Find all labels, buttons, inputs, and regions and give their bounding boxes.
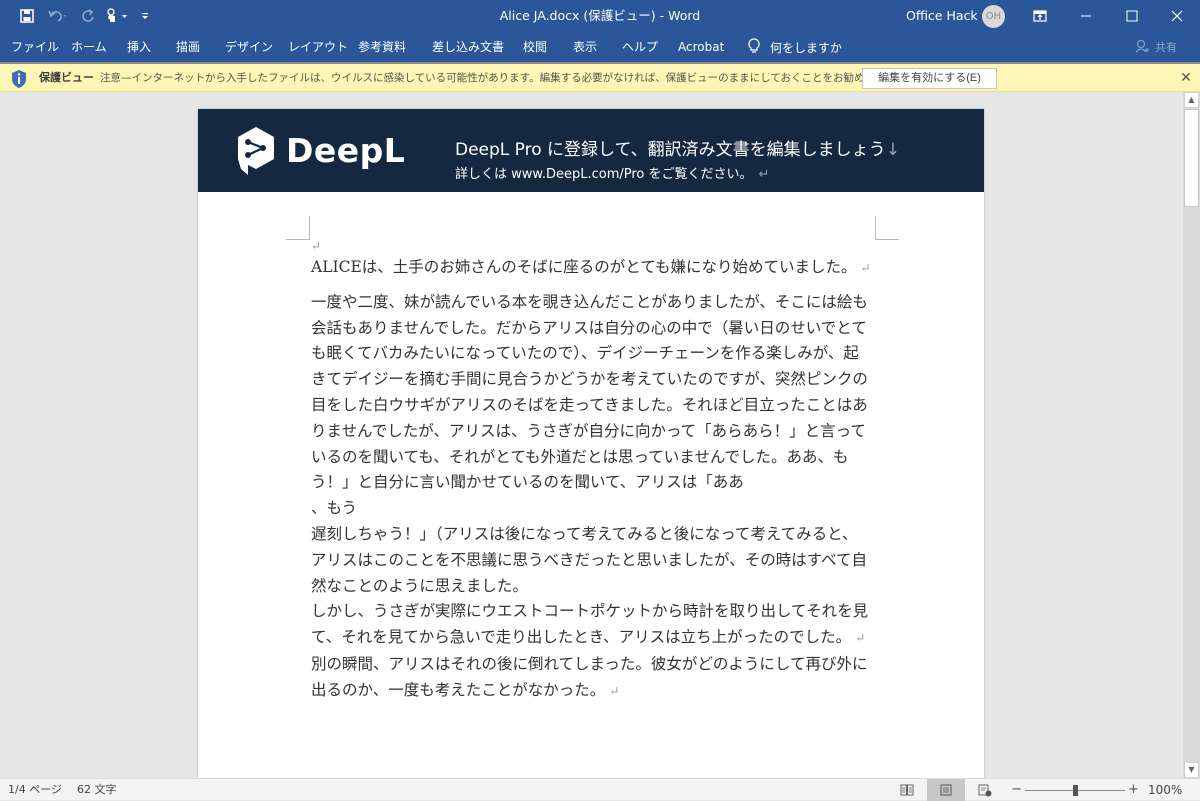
- tab-acrobat[interactable]: Acrobat: [678, 32, 724, 62]
- tab-view[interactable]: 表示: [573, 32, 597, 62]
- maximize-icon[interactable]: [1109, 0, 1155, 32]
- paragraph-mark: ↵: [758, 167, 770, 182]
- deepl-banner: DeepL DeepL Pro に登録して、翻訳済み文書を編集しましょう↓ 詳し…: [198, 109, 984, 192]
- quick-access-toolbar: [14, 0, 154, 32]
- customize-qat-icon[interactable]: [136, 0, 154, 32]
- tab-home[interactable]: ホーム: [71, 32, 107, 62]
- paragraph-text: しかし、うさぎが実際にウエストコートポケットから時計を取り出してそれを見て、それ…: [311, 602, 869, 647]
- protected-view-bar: 保護ビュー 注意—インターネットから入手したファイルは、ウイルスに感染している可…: [0, 62, 1200, 92]
- paragraph-text: 、もう: [311, 499, 358, 518]
- paragraph: 別の瞬間、アリスはそれの後に倒れてしまった。彼女がどのようにして再び外に出るのか…: [311, 652, 871, 705]
- tab-draw[interactable]: 描画: [176, 32, 200, 62]
- empty-paragraph-mark: ↵: [311, 239, 322, 253]
- title-bar: Alice JA.docx (保護ビュー) - Word Office Hack…: [0, 0, 1200, 32]
- banner-subline-text: 詳しくは www.DeepL.com/Pro をご覧ください。: [455, 167, 753, 182]
- window-title: Alice JA.docx (保護ビュー) - Word: [499, 8, 701, 23]
- paragraph-mark: ↵: [855, 631, 866, 646]
- scroll-thumb[interactable]: [1184, 109, 1199, 207]
- crop-mark-top-right: [875, 216, 899, 240]
- tab-mailings[interactable]: 差し込み文書: [432, 32, 504, 62]
- paragraph: ALICEは、土手のお姉さんのそばに座るのがとても嫌になり始めていました。 ↵: [311, 255, 871, 282]
- avatar[interactable]: OH: [982, 5, 1005, 28]
- document-page[interactable]: DeepL DeepL Pro に登録して、翻訳済み文書を編集しましょう↓ 詳し…: [198, 109, 984, 778]
- paragraph-text: ALICEは、土手のお姉さんのそばに座るのがとても嫌になり始めていました。: [311, 258, 857, 276]
- web-layout-icon[interactable]: [966, 779, 1004, 801]
- tab-file[interactable]: ファイル: [11, 32, 59, 62]
- paragraph: 、もう: [311, 496, 871, 522]
- person-icon: [1135, 39, 1149, 56]
- lightbulb-icon: [748, 37, 760, 57]
- share-label: 共有: [1155, 41, 1177, 54]
- close-icon[interactable]: [1154, 0, 1200, 32]
- undo-icon[interactable]: [40, 0, 76, 32]
- paragraph-mark: ↵: [609, 683, 620, 698]
- tab-insert[interactable]: 挿入: [127, 32, 151, 62]
- protected-view-title: 保護ビュー: [39, 71, 94, 84]
- paragraph: 一度や二度、妹が読んでいる本を覗き込んだことがありましたが、そこには絵も会話もあ…: [311, 290, 871, 496]
- paragraph: 遅刻しちゃう！」（アリスは後になって考えてみると後になって考えてみると、アリスは…: [311, 522, 871, 599]
- line-break-mark: ↓: [885, 140, 900, 160]
- banner-headline-text: DeepL Pro に登録して、翻訳済み文書を編集しましょう: [455, 140, 886, 160]
- save-icon[interactable]: [14, 0, 40, 32]
- crop-mark-top-left: [286, 216, 310, 240]
- document-area: DeepL DeepL Pro に登録して、翻訳済み文書を編集しましょう↓ 詳し…: [0, 92, 1183, 778]
- deepl-logo-icon: [235, 125, 277, 177]
- scroll-down-icon[interactable]: ▼: [1184, 762, 1199, 778]
- paragraph-mark: ↵: [860, 261, 871, 275]
- enable-editing-button[interactable]: 編集を有効にする(E): [862, 68, 997, 89]
- tell-me-label: 何をしますか: [770, 40, 843, 55]
- tell-me-box[interactable]: 何をしますか: [748, 32, 842, 62]
- close-bar-icon[interactable]: ✕: [1178, 64, 1194, 92]
- paragraph-text: 一度や二度、妹が読んでいる本を覗き込んだことがありましたが、そこには絵も会話もあ…: [311, 292, 868, 492]
- protected-view-message: 注意—インターネットから入手したファイルは、ウイルスに感染している可能性がありま…: [100, 72, 906, 84]
- page-count[interactable]: 1/4 ページ: [8, 779, 62, 801]
- paragraph-text: 別の瞬間、アリスはそれの後に倒れてしまった。彼女がどのようにして再び外に出るのか…: [311, 654, 868, 699]
- print-layout-icon[interactable]: [927, 779, 965, 801]
- touch-mode-icon[interactable]: [100, 0, 136, 32]
- deepl-wordmark: DeepL: [286, 131, 406, 170]
- scroll-up-icon[interactable]: ▲: [1184, 92, 1199, 108]
- paragraph: しかし、うさぎが実際にウエストコートポケットから時計を取り出してそれを見て、それ…: [311, 599, 871, 652]
- tab-help[interactable]: ヘルプ: [622, 32, 658, 62]
- tab-references[interactable]: 参考資料: [358, 32, 406, 62]
- read-mode-icon[interactable]: [888, 779, 926, 801]
- redo-icon[interactable]: [76, 0, 100, 32]
- word-count[interactable]: 62 文字: [77, 779, 117, 801]
- paragraph-text: 遅刻しちゃう！」（アリスは後になって考えてみると後になって考えてみると、アリスは…: [311, 524, 867, 595]
- ribbon-tabs: ファイル ホーム 挿入 描画 デザイン レイアウト 参考資料 差し込み文書 校閲…: [0, 32, 1200, 62]
- tab-review[interactable]: 校閲: [523, 32, 547, 62]
- document-body[interactable]: ↵ ALICEは、土手のお姉さんのそばに座るのがとても嫌になり始めていました。 ↵…: [311, 237, 871, 705]
- vertical-scrollbar[interactable]: ▲ ▼: [1183, 92, 1200, 778]
- info-shield-icon: [10, 69, 28, 89]
- status-bar: 1/4 ページ 62 文字 − + 100%: [0, 778, 1200, 801]
- zoom-out-button[interactable]: −: [1011, 779, 1022, 801]
- zoom-in-button[interactable]: +: [1128, 779, 1139, 801]
- share-button[interactable]: 共有: [1135, 32, 1177, 62]
- ribbon-display-options-icon[interactable]: [1017, 0, 1063, 32]
- tab-design[interactable]: デザイン: [225, 32, 273, 62]
- banner-subline: 詳しくは www.DeepL.com/Pro をご覧ください。 ↵: [455, 163, 769, 182]
- user-name[interactable]: Office Hack: [906, 0, 978, 32]
- banner-headline: DeepL Pro に登録して、翻訳済み文書を編集しましょう↓: [455, 135, 900, 160]
- zoom-slider-thumb[interactable]: [1072, 785, 1078, 796]
- minimize-icon[interactable]: [1063, 0, 1109, 32]
- tab-layout[interactable]: レイアウト: [288, 32, 348, 62]
- zoom-level[interactable]: 100%: [1148, 779, 1182, 801]
